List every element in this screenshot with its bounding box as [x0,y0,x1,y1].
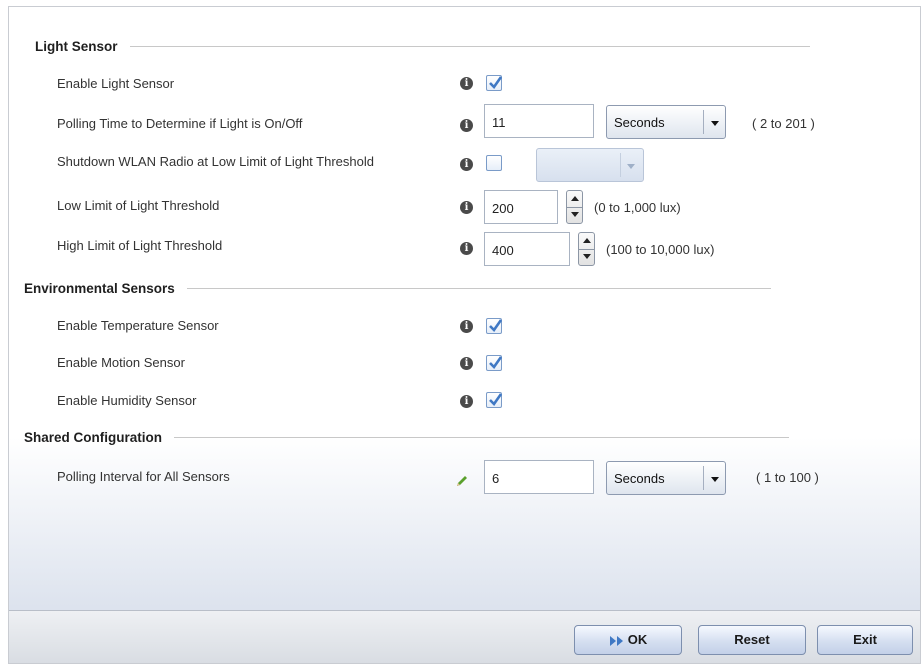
check-icon [489,319,503,333]
section-title: Light Sensor [35,39,118,54]
enable-temperature-label: Enable Temperature Sensor [57,318,219,333]
high-limit-label: High Limit of Light Threshold [57,238,223,253]
polling-interval-range: ( 1 to 100 ) [756,470,819,485]
footer-bar: OK Reset Exit [9,610,920,663]
chevron-down-icon [711,121,719,126]
exit-label: Exit [853,632,877,647]
info-icon[interactable]: i [460,242,473,255]
enable-light-sensor-label: Enable Light Sensor [57,76,175,91]
enable-motion-checkbox[interactable] [486,355,503,371]
shutdown-wlan-label: Shutdown WLAN Radio at Low Limit of Ligh… [57,154,374,169]
section-header-light-sensor: Light Sensor [35,39,810,54]
check-icon [489,76,503,90]
select-separator [620,153,621,177]
polling-time-input[interactable]: 11 [484,104,594,138]
ok-label: OK [627,632,648,647]
select-separator [703,466,704,490]
polling-interval-input[interactable]: 6 [484,460,594,494]
high-limit-stepper[interactable] [578,232,595,266]
info-icon[interactable]: i [460,77,473,90]
polling-time-unit-select[interactable]: Seconds [606,105,726,139]
divider [186,288,771,289]
info-icon[interactable]: i [460,357,473,370]
polling-interval-unit-select[interactable]: Seconds [606,461,726,495]
pencil-icon [457,476,467,486]
reset-button[interactable]: Reset [698,625,806,655]
ok-button[interactable]: OK [574,625,682,655]
enable-humidity-checkbox[interactable] [486,392,503,408]
enable-light-sensor-checkbox[interactable] [486,75,503,91]
info-icon[interactable]: i [460,395,473,408]
divider [129,46,810,47]
polling-time-label: Polling Time to Determine if Light is On… [57,116,303,131]
high-limit-input[interactable]: 400 [484,232,570,266]
chevron-down-icon [627,164,635,169]
enable-humidity-label: Enable Humidity Sensor [57,393,197,408]
info-icon[interactable]: i [460,158,473,171]
enable-motion-label: Enable Motion Sensor [57,355,185,370]
exit-button[interactable]: Exit [817,625,913,655]
low-limit-range: (0 to 1,000 lux) [594,200,681,215]
ok-arrow-icon [609,635,623,646]
stepper-divider [579,249,594,250]
chevron-up-icon[interactable] [583,238,591,243]
section-title: Environmental Sensors [24,281,175,296]
check-icon [489,356,503,370]
section-header-shared: Shared Configuration [24,430,789,445]
stepper-divider [567,207,582,208]
chevron-up-icon[interactable] [571,196,579,201]
sensor-config-panel: Light Sensor Enable Light Sensor i Polli… [8,6,921,664]
reset-label: Reset [734,632,770,647]
polling-time-range: ( 2 to 201 ) [752,116,815,131]
select-separator [703,110,704,134]
high-limit-range: (100 to 10,000 lux) [606,242,715,257]
polling-interval-label: Polling Interval for All Sensors [57,469,230,484]
enable-temperature-checkbox[interactable] [486,318,503,334]
selected-unit: Seconds [614,471,665,486]
section-header-environmental: Environmental Sensors [24,281,771,296]
chevron-down-icon [711,477,719,482]
divider [174,437,789,438]
shutdown-wlan-select [536,148,644,182]
info-icon[interactable]: i [460,201,473,214]
info-icon[interactable]: i [460,119,473,132]
shutdown-wlan-checkbox[interactable] [486,155,502,171]
info-icon[interactable]: i [460,320,473,333]
low-limit-label: Low Limit of Light Threshold [57,198,220,213]
chevron-down-icon[interactable] [571,212,579,217]
low-limit-stepper[interactable] [566,190,583,224]
check-icon [489,393,503,407]
low-limit-input[interactable]: 200 [484,190,558,224]
chevron-down-icon[interactable] [583,254,591,259]
selected-unit: Seconds [614,115,665,130]
section-title: Shared Configuration [24,430,162,445]
